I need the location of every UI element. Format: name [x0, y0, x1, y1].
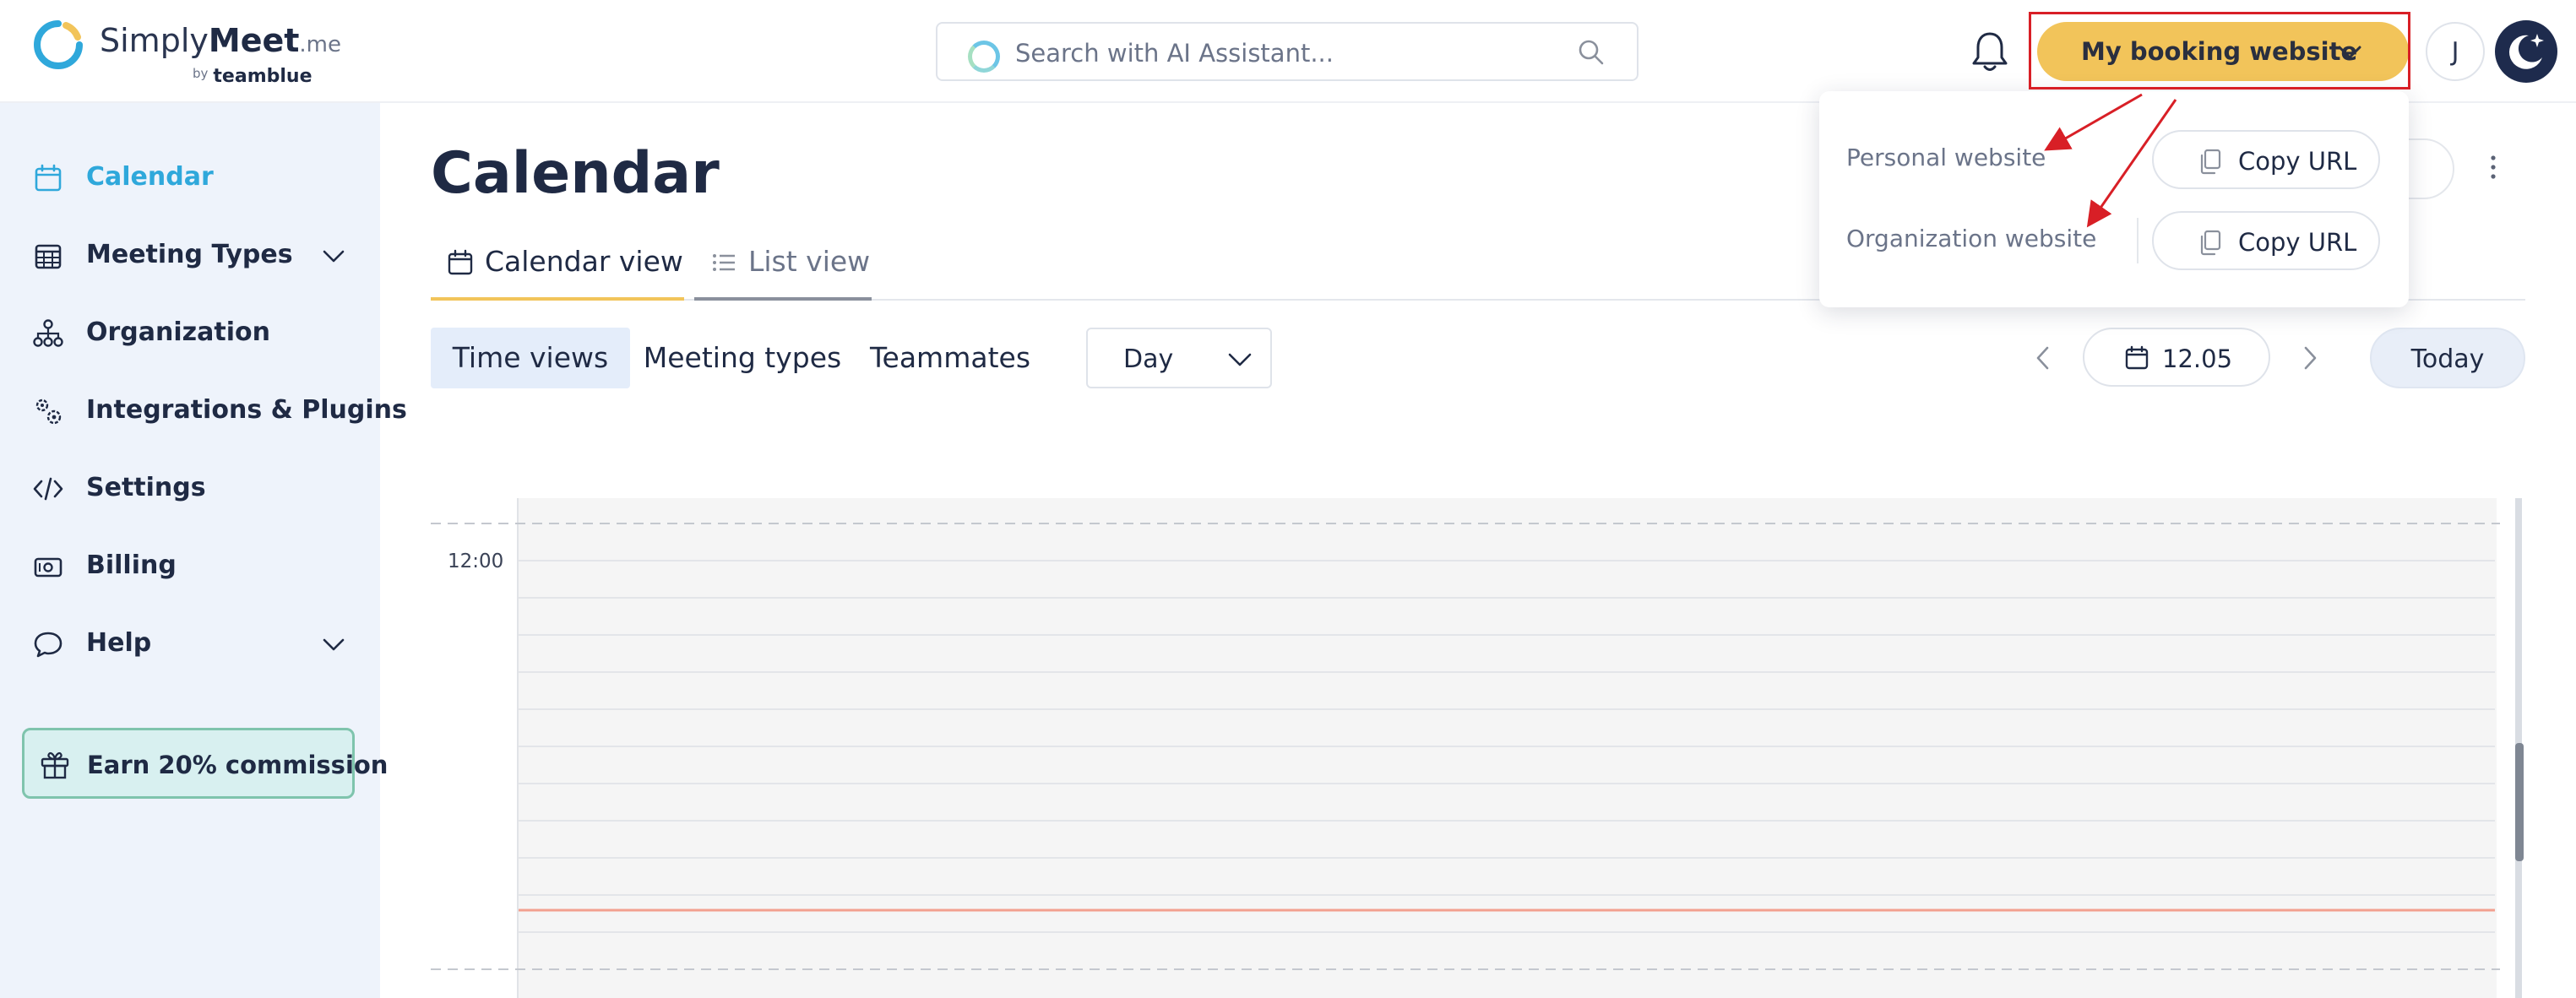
- grid-calendar-icon: [35, 244, 62, 269]
- date-picker[interactable]: 12.05: [2083, 328, 2270, 387]
- sidebar-item-meeting-types[interactable]: Meeting Types: [0, 223, 380, 287]
- logo-tld: .me: [299, 32, 341, 57]
- copy-url-label: Copy URL: [2238, 147, 2357, 176]
- segment-time-views[interactable]: Time views: [431, 328, 630, 388]
- code-icon: [33, 477, 63, 501]
- today-label: Today: [2410, 344, 2485, 374]
- tab-list-view[interactable]: List view: [694, 228, 872, 301]
- current-date: 12.05: [2162, 344, 2233, 373]
- organization-website-label[interactable]: Organization website: [1846, 225, 2096, 252]
- copy-url-label: Copy URL: [2238, 228, 2357, 257]
- sidebar-item-integrations[interactable]: Integrations & Plugins: [0, 378, 407, 442]
- moon-stars-icon: [2508, 34, 2544, 69]
- booking-website-dropdown: Personal website Copy URL Organization w…: [1819, 91, 2409, 307]
- calendar-icon: [2125, 345, 2149, 370]
- sidebar-item-label: Calendar: [86, 162, 214, 192]
- copy-icon: [2200, 230, 2221, 256]
- logo-name-bold: Meet: [208, 22, 300, 59]
- copy-url-button-organization[interactable]: Copy URL: [2152, 211, 2380, 270]
- personal-website-label[interactable]: Personal website: [1846, 144, 2046, 171]
- sidebar-item-help[interactable]: Help: [0, 611, 380, 675]
- dropdown-row-personal: Personal website Copy URL: [1819, 122, 2409, 194]
- chevron-right-icon[interactable]: [2297, 341, 2323, 375]
- logo-ring-icon: [34, 20, 83, 69]
- calendar-scrollbar-thumb[interactable]: [2515, 743, 2524, 861]
- view-range-select[interactable]: Day: [1086, 328, 1272, 388]
- avatar-initial: J: [2451, 37, 2459, 67]
- logo-company: teamblue: [213, 66, 312, 87]
- tab-label: List view: [748, 245, 871, 278]
- logo-by: by: [193, 66, 209, 81]
- row-divider: [2137, 218, 2139, 263]
- copy-icon: [2200, 149, 2221, 175]
- earn-commission-button[interactable]: Earn 20% commission: [22, 728, 388, 799]
- view-range-value: Day: [1123, 344, 1174, 374]
- sidebar-item-billing[interactable]: Billing: [0, 534, 380, 598]
- user-avatar[interactable]: J: [2426, 22, 2485, 81]
- copy-url-button-personal[interactable]: Copy URL: [2152, 130, 2380, 189]
- sidebar-item-settings[interactable]: Settings: [0, 456, 380, 520]
- day-calendar-grid[interactable]: [517, 498, 2497, 998]
- tab-calendar-view[interactable]: Calendar view: [431, 228, 684, 301]
- segment-teammates[interactable]: Teammates: [855, 328, 1046, 388]
- notification-bell-icon[interactable]: [1968, 29, 2012, 74]
- page-title: Calendar: [431, 140, 720, 207]
- calendar-icon: [35, 164, 62, 192]
- more-options-icon[interactable]: [2483, 152, 2503, 182]
- search-icon[interactable]: [1576, 37, 1606, 68]
- segment-meeting-types[interactable]: Meeting types: [639, 328, 846, 388]
- ai-search-bar[interactable]: Search with AI Assistant...: [936, 22, 1639, 81]
- banknote-icon: [34, 557, 62, 578]
- sidebar-item-label: Help: [86, 628, 152, 658]
- sidebar-item-label: Settings: [86, 473, 206, 502]
- logo-byline: by teamblue: [193, 66, 312, 87]
- tab-label: Calendar view: [485, 245, 683, 278]
- chevron-down-icon[interactable]: [321, 245, 346, 267]
- sidebar-item-label: Billing: [86, 551, 177, 580]
- sidebar-item-label: Integrations & Plugins: [86, 395, 407, 425]
- logo-wordmark: SimplyMeet.me: [100, 22, 341, 59]
- simplymeet-logo[interactable]: SimplyMeet.me by teamblue: [30, 17, 341, 88]
- dark-mode-toggle[interactable]: [2495, 20, 2557, 83]
- chat-bubble-icon: [34, 632, 62, 658]
- calendar-icon: [448, 249, 473, 275]
- chevron-down-icon: [1228, 353, 1252, 366]
- earn-commission-label: Earn 20% commission: [87, 751, 389, 779]
- chevron-left-icon[interactable]: [2030, 341, 2056, 375]
- time-slot-label: 12:00: [448, 551, 504, 572]
- sidebar-item-label: Meeting Types: [86, 240, 293, 269]
- logo-name-light: Simply: [100, 22, 209, 59]
- chevron-down-icon[interactable]: [321, 633, 346, 655]
- sidebar-item-label: Organization: [86, 317, 270, 347]
- sidebar-item-organization[interactable]: Organization: [0, 301, 380, 365]
- search-input[interactable]: Search with AI Assistant...: [1015, 39, 1334, 68]
- view-mode-segments: Time views Meeting types Teammates: [431, 328, 1081, 388]
- sidebar-item-calendar[interactable]: Calendar: [0, 145, 380, 209]
- dropdown-row-organization: Organization website Copy URL: [1819, 203, 2409, 275]
- gift-icon: [41, 751, 69, 779]
- annotation-highlight-box: [2029, 12, 2410, 89]
- gears-icon: [35, 399, 62, 425]
- today-button[interactable]: Today: [2370, 328, 2525, 388]
- list-icon: [713, 254, 735, 271]
- org-chart-icon: [33, 319, 63, 347]
- ai-assistant-icon: [968, 41, 1000, 73]
- sidebar-nav: Calendar Meeting Types Organization Inte…: [0, 103, 407, 998]
